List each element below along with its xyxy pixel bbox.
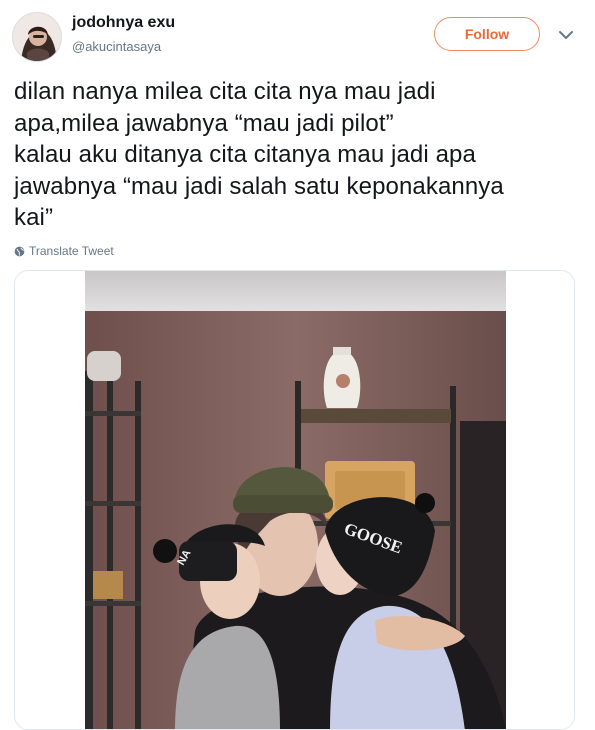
profile-photo-icon	[13, 13, 61, 61]
photo-illustration: NA GOOSE	[85, 271, 506, 729]
media-card[interactable]: NA GOOSE	[14, 270, 575, 730]
translate-label: Translate Tweet	[29, 244, 114, 258]
user-handle[interactable]: @akucintasaya	[72, 39, 161, 54]
globe-icon	[14, 246, 25, 256]
translate-tweet-link[interactable]: Translate Tweet	[14, 244, 114, 258]
avatar[interactable]	[12, 12, 62, 62]
follow-button[interactable]: Follow	[434, 17, 540, 51]
tweet-text: dilan nanya milea cita cita nya mau jadi…	[14, 78, 504, 231]
tweet-photo[interactable]: NA GOOSE	[85, 271, 506, 729]
tweet-header: jodohnya exu @akucintasaya Follow	[0, 0, 595, 70]
display-name[interactable]: jodohnya exu	[72, 14, 175, 32]
chevron-down-icon[interactable]	[557, 26, 575, 44]
